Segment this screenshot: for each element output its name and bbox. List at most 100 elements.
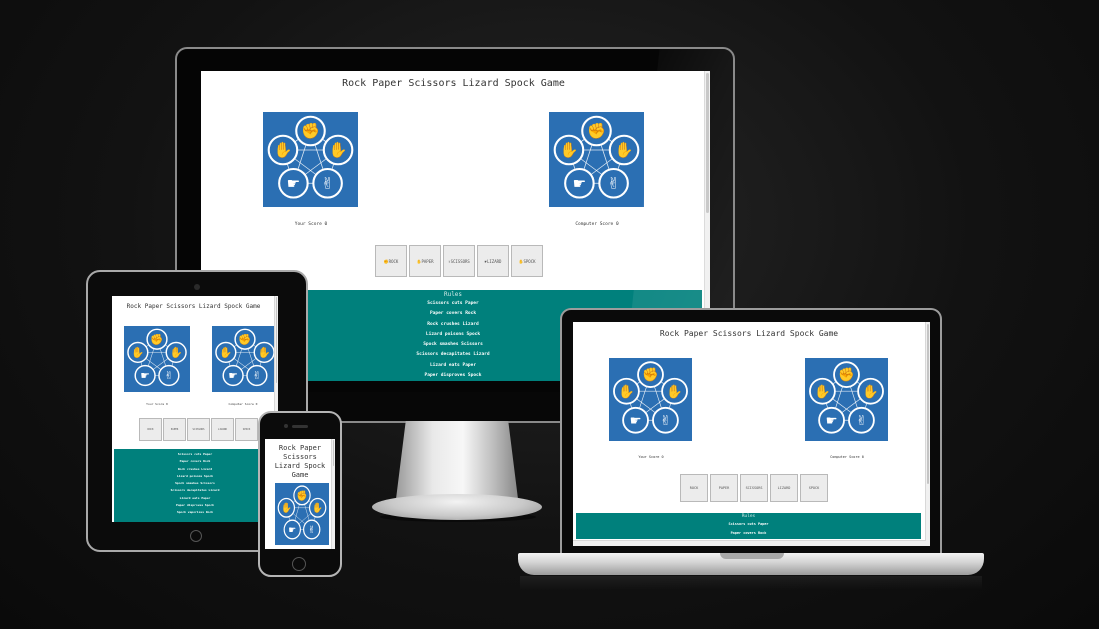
scissors-button[interactable]: SCISSORS — [187, 418, 210, 441]
rpsls-diagram-icon: ✊ ✋ ✌ ☛ ✋ — [277, 485, 327, 540]
laptop-reflection — [520, 576, 982, 590]
lizard-hand-icon: ☛ — [134, 364, 156, 387]
paper-button[interactable]: ✋ PAPER — [409, 245, 441, 277]
tablet-camera — [194, 284, 200, 290]
svg-text:☛: ☛ — [826, 414, 838, 429]
vertical-scrollbar[interactable] — [925, 322, 930, 546]
scissors-button[interactable]: SCISSORS — [740, 474, 768, 502]
svg-text:☛: ☛ — [288, 524, 296, 536]
computer-score: Computer Score 0 — [547, 222, 647, 227]
svg-text:✊: ✊ — [642, 367, 659, 383]
lizard-button[interactable]: LIZARD — [211, 418, 234, 441]
svg-text:✋: ✋ — [281, 502, 292, 515]
rock-button[interactable]: ROCK — [680, 474, 708, 502]
rock-hand-icon: ✊ — [637, 361, 664, 388]
paper-hand-icon: ✋ — [608, 134, 640, 166]
lizard-hand-icon: ☛ — [283, 519, 301, 540]
rock-button[interactable]: ROCK — [139, 418, 162, 441]
svg-text:✊: ✊ — [150, 333, 163, 346]
page-title: Rock Paper Scissors Lizard Spock Game — [342, 78, 565, 89]
rock-hand-icon: ✊ — [833, 361, 860, 388]
scrollbar-thumb[interactable] — [333, 440, 334, 466]
computer-score-value: 0 — [615, 222, 619, 227]
game-image-computer: ✊ ✋ ✌ ☛ ✋ — [805, 358, 888, 441]
scissors-hand-icon: ✌ — [848, 406, 875, 434]
svg-text:✌: ✌ — [164, 370, 173, 382]
rules-panel: Scissors cuts Paper Paper covers Rock Ro… — [114, 449, 276, 522]
lizard-hand-icon: ☛ — [622, 406, 649, 434]
svg-text:✋: ✋ — [258, 346, 271, 359]
desktop-monitor-stand — [396, 421, 518, 499]
scissors-hand-icon: ✌ — [303, 519, 321, 540]
spock-hand-icon: ✋ — [809, 377, 836, 405]
laptop-screen: Rock Paper Scissors Lizard Spock Game ✊ ✋… — [573, 322, 930, 546]
svg-text:✋: ✋ — [814, 383, 831, 400]
svg-text:☛: ☛ — [228, 370, 237, 382]
rpsls-diagram-icon: ✊ ✋ ✌ ☛ ✋ — [127, 328, 187, 387]
spock-button[interactable]: ✋ SPOCK — [511, 245, 543, 277]
rock-button[interactable]: ✊ ROCK — [375, 245, 407, 277]
choice-buttons: ROCK PAPER SCISSORS LIZARD SPOCK — [139, 418, 258, 441]
page-title: Rock Paper Scissors Lizard Spock Game — [659, 329, 839, 338]
choice-buttons: ROCK PAPER SCISSORS LIZARD SPOCK — [680, 474, 828, 502]
game-image-computer: ✊ ✋ ✌ ☛ ✋ — [549, 112, 644, 207]
computer-score: Computer Score 0 — [830, 455, 864, 459]
rock-hand-icon: ✊ — [293, 485, 311, 506]
vertical-scrollbar[interactable] — [331, 439, 335, 549]
page-title: Rock Paper Scissors Lizard Spock Game — [126, 303, 261, 310]
game-image-player: ✊ ✋ ✌ ☛ ✋ — [275, 483, 329, 545]
rock-hand-icon: ✊ — [581, 115, 612, 147]
paper-button[interactable]: PAPER — [710, 474, 738, 502]
rpsls-diagram-icon: ✊ ✋ ✌ ☛ ✋ — [553, 115, 640, 199]
tablet-home-button — [190, 530, 202, 542]
svg-text:✋: ✋ — [862, 383, 879, 400]
rpsls-diagram-icon: ✊ ✋ ✌ ☛ ✋ — [267, 115, 354, 199]
svg-text:✋: ✋ — [559, 141, 578, 159]
spock-hand-icon: ✋ — [553, 134, 585, 166]
paper-hand-icon: ✋ — [165, 341, 187, 364]
your-score: Your Score 0 — [146, 402, 168, 406]
tablet-screen: Rock Paper Scissors Lizard Spock Game ✊ ✋… — [112, 296, 278, 522]
lizard-button[interactable]: ☛ LIZARD — [477, 245, 509, 277]
svg-text:☛: ☛ — [630, 414, 642, 429]
lizard-hand-icon: ☛ — [818, 406, 845, 434]
horizontal-scrollbar[interactable] — [573, 540, 926, 546]
phone-home-button — [292, 557, 306, 571]
svg-text:✋: ✋ — [131, 346, 144, 359]
spock-button[interactable]: SPOCK — [800, 474, 828, 502]
svg-text:✋: ✋ — [329, 141, 348, 159]
paper-button[interactable]: PAPER — [163, 418, 186, 441]
game-image-player: ✊ ✋ ✌ ☛ ✋ — [609, 358, 692, 441]
svg-text:☛: ☛ — [287, 174, 301, 192]
svg-text:✌: ✌ — [252, 370, 261, 382]
your-score: Your Score 0 — [261, 222, 361, 227]
game-image-player: ✊ ✋ ✌ ☛ ✋ — [124, 326, 190, 392]
lizard-hand-icon: ☛ — [564, 167, 595, 199]
rpsls-diagram-icon: ✊ ✋ ✌ ☛ ✋ — [215, 328, 275, 387]
paper-hand-icon: ✋ — [661, 377, 688, 405]
svg-text:✊: ✊ — [301, 122, 320, 140]
rpsls-diagram-icon: ✊ ✋ ✌ ☛ ✋ — [613, 361, 688, 434]
rock-hand-icon: ✊ — [234, 328, 256, 350]
page-title: Rock Paper Scissors Lizard Spock Game — [274, 444, 326, 479]
your-score-value: 0 — [324, 222, 328, 227]
scrollbar-thumb[interactable] — [927, 324, 929, 484]
rules-panel: Rules Scissors cuts Paper Paper covers R… — [576, 513, 921, 539]
choice-buttons: ✊ ROCK ✋ PAPER ✌ SCISSORS ☛ LIZARD ✋ SPOCK — [375, 245, 543, 277]
scissors-hand-icon: ✌ — [246, 364, 268, 387]
computer-score: Computer Score 0 — [228, 402, 258, 406]
spock-button[interactable]: SPOCK — [235, 418, 258, 441]
svg-text:✌: ✌ — [660, 414, 671, 429]
your-score-label: Your Score — [294, 222, 322, 227]
svg-text:✋: ✋ — [273, 141, 292, 159]
lizard-hand-icon: ☛ — [278, 167, 309, 199]
phone-screen: Rock Paper Scissors Lizard Spock Game ✊ ✋… — [265, 439, 335, 549]
rpsls-diagram-icon: ✊ ✋ ✌ ☛ ✋ — [809, 361, 884, 434]
game-image-computer: ✊ ✋ ✌ ☛ ✋ — [212, 326, 278, 392]
rules-heading: Rules — [741, 514, 756, 519]
lizard-button[interactable]: LIZARD — [770, 474, 798, 502]
scissors-button[interactable]: ✌ SCISSORS — [443, 245, 475, 277]
scrollbar-thumb[interactable] — [276, 297, 277, 383]
laptop-notch — [720, 553, 784, 559]
paper-hand-icon: ✋ — [253, 341, 275, 364]
